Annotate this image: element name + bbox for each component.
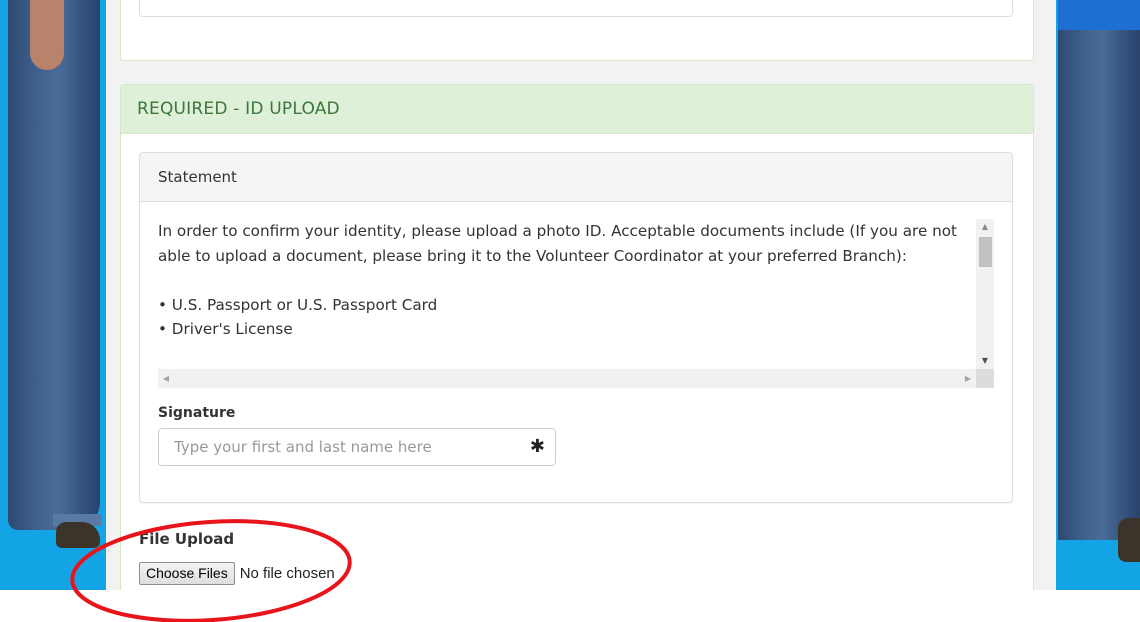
shirt-image: [1058, 0, 1140, 30]
shoe-image: [56, 522, 100, 548]
statement-scroll-box[interactable]: In order to confirm your identity, pleas…: [158, 219, 994, 388]
statement-list-item: • U.S. Passport or U.S. Passport Card: [158, 295, 438, 314]
vertical-scroll-thumb[interactable]: [979, 237, 992, 267]
horizontal-scrollbar[interactable]: ◀ ▶: [158, 369, 976, 388]
bottom-margin: [0, 590, 1140, 622]
previous-section-panel: [120, 0, 1034, 61]
statement-spacer: [158, 268, 970, 293]
signature-label: Signature: [158, 405, 236, 421]
previous-section-inner-panel: [139, 0, 1013, 17]
shoe-image: [1118, 518, 1140, 562]
statement-text: In order to confirm your identity, pleas…: [158, 219, 970, 342]
asterisk-icon: ✱: [529, 436, 545, 457]
file-upload-label: File Upload: [139, 530, 235, 548]
hand-image: [30, 0, 64, 70]
file-status-text: No file chosen: [239, 564, 335, 582]
file-upload-control[interactable]: Choose Files No file chosen: [139, 561, 335, 585]
signature-input[interactable]: [160, 430, 520, 464]
scroll-right-arrow-icon[interactable]: ▶: [960, 369, 976, 388]
page-container: REQUIRED - ID UPLOAD Statement In order …: [106, 0, 1056, 606]
statement-heading: Statement: [140, 153, 1012, 202]
signature-field[interactable]: ✱: [158, 428, 556, 466]
choose-files-button[interactable]: Choose Files: [139, 561, 235, 585]
id-upload-panel: REQUIRED - ID UPLOAD Statement In order …: [120, 84, 1034, 606]
scroll-down-arrow-icon[interactable]: ▼: [976, 353, 994, 369]
scrollbar-corner: [976, 369, 994, 388]
statement-panel: Statement In order to confirm your ident…: [139, 152, 1013, 503]
scroll-left-arrow-icon[interactable]: ◀: [158, 369, 174, 388]
person-legs-left-image: [8, 0, 101, 548]
id-upload-heading: REQUIRED - ID UPLOAD: [121, 85, 1033, 134]
scroll-up-arrow-icon[interactable]: ▲: [976, 219, 994, 235]
vertical-scrollbar[interactable]: ▲ ▼: [976, 219, 994, 369]
statement-list-item: • Driver's License: [158, 320, 293, 338]
person-legs-right-image: [1058, 0, 1140, 562]
statement-paragraph: In order to confirm your identity, pleas…: [158, 222, 957, 265]
